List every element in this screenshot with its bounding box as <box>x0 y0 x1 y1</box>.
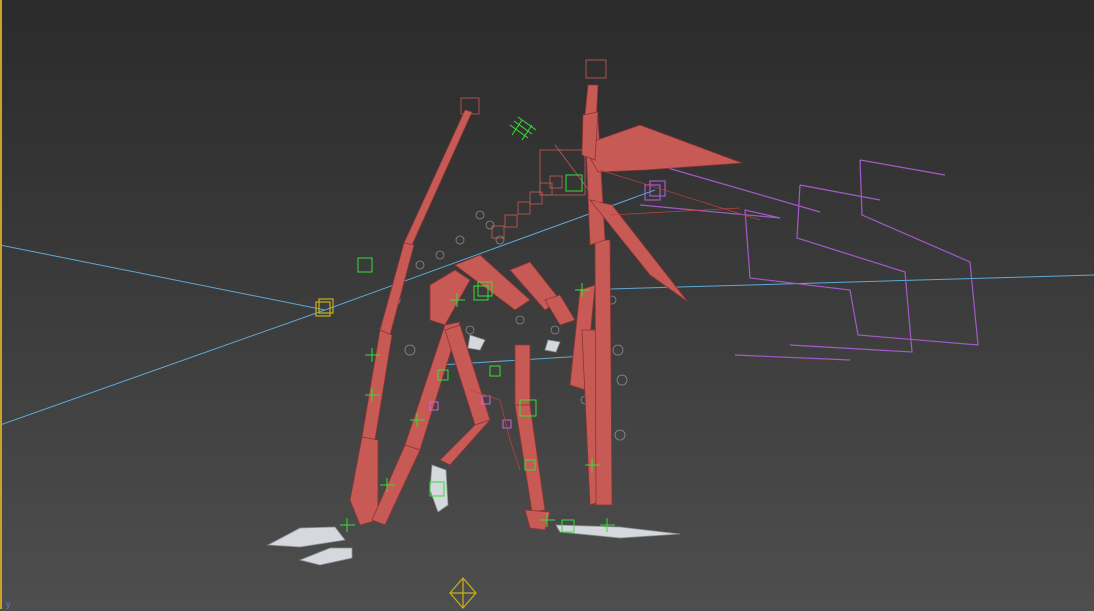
axis-indicator: y <box>6 599 11 609</box>
spline-gizmos <box>639 159 979 361</box>
scene-canvas[interactable] <box>0 0 1094 611</box>
bones <box>349 84 743 531</box>
3d-viewport[interactable]: y <box>0 0 1094 611</box>
